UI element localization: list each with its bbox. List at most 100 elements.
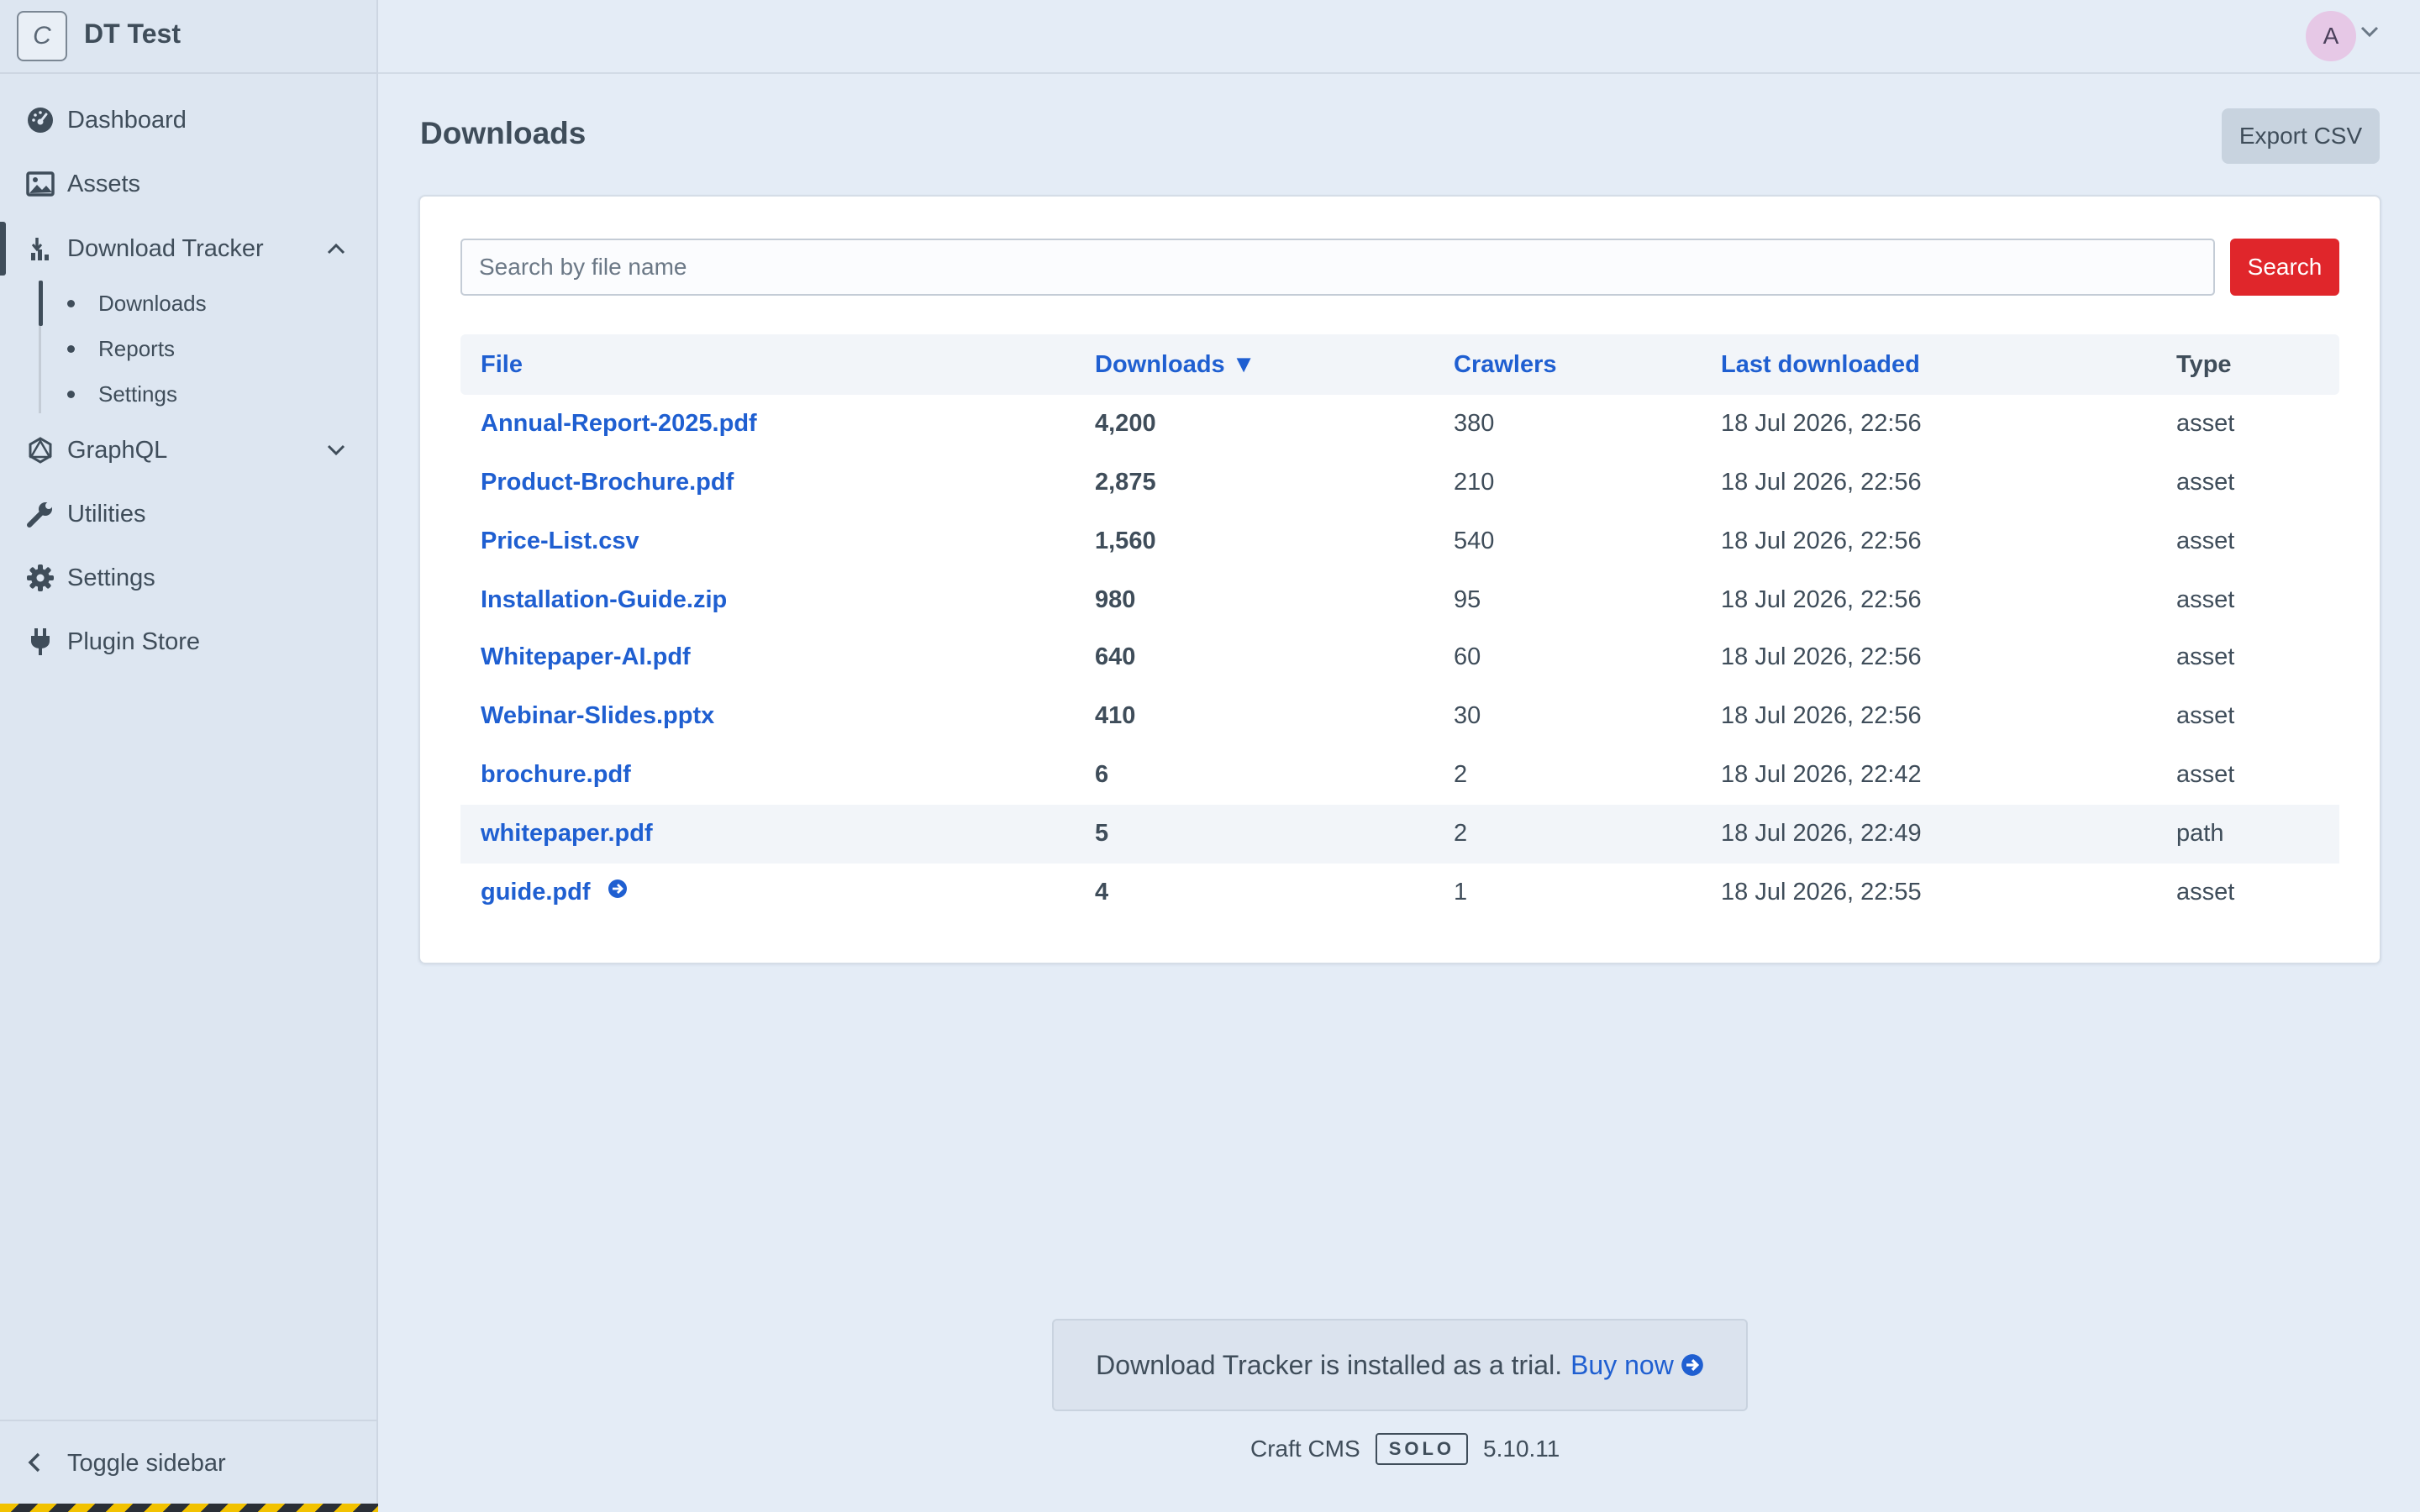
- site-logo[interactable]: C: [17, 11, 67, 61]
- crawlers-count: 1: [1454, 879, 1468, 906]
- file-link[interactable]: Price-List.csv: [481, 528, 639, 555]
- sidebar-item-label: Utilities: [67, 500, 146, 528]
- subnav-item-downloads[interactable]: Downloads: [67, 282, 207, 324]
- toggle-sidebar-label: Toggle sidebar: [67, 1450, 226, 1477]
- last-downloaded: 18 Jul 2026, 22:42: [1721, 761, 1922, 788]
- search-button[interactable]: Search: [2230, 239, 2339, 296]
- sidebar-item-dashboard[interactable]: Dashboard: [0, 95, 376, 145]
- avatar[interactable]: A: [2306, 11, 2356, 61]
- downloads-card: Search File Downloads ▼ Crawlers Last do…: [418, 195, 2381, 964]
- chevron-left-icon: [27, 1452, 42, 1478]
- table-row-highlighted: whitepaper.pdf 5 2 18 Jul 2026, 22:49 pa…: [460, 805, 2339, 864]
- download-tracker-icon: [25, 234, 55, 264]
- downloads-count: 980: [1095, 586, 1136, 613]
- subnav-label: Downloads: [98, 290, 207, 316]
- sidebar-item-download-tracker[interactable]: Download Tracker: [0, 223, 376, 274]
- last-downloaded: 18 Jul 2026, 22:56: [1721, 469, 1922, 496]
- file-link[interactable]: whitepaper.pdf: [481, 820, 653, 848]
- last-downloaded: 18 Jul 2026, 22:56: [1721, 643, 1922, 670]
- page-title: Downloads: [420, 116, 587, 150]
- last-downloaded: 18 Jul 2026, 22:56: [1721, 528, 1922, 554]
- downloads-count: 640: [1095, 643, 1136, 670]
- crawlers-count: 540: [1454, 528, 1495, 554]
- downloads-count: 1,560: [1095, 528, 1156, 554]
- footer: Craft CMS SOLO 5.10.11: [1250, 1433, 1560, 1465]
- crawlers-count: 30: [1454, 702, 1481, 729]
- file-type: asset: [2176, 879, 2235, 906]
- file-link[interactable]: Product-Brochure.pdf: [481, 469, 734, 496]
- gauge-icon: [25, 105, 55, 135]
- chevron-down-icon[interactable]: [323, 437, 350, 464]
- downloads-count: 6: [1095, 761, 1109, 788]
- sidebar-item-settings[interactable]: Settings: [0, 553, 376, 603]
- last-downloaded: 18 Jul 2026, 22:56: [1721, 410, 1922, 437]
- column-header-downloads[interactable]: Downloads ▼: [1095, 351, 1255, 379]
- crawlers-count: 380: [1454, 410, 1495, 437]
- toggle-sidebar-button[interactable]: Toggle sidebar: [0, 1420, 376, 1510]
- plug-icon: [25, 627, 55, 657]
- export-csv-button[interactable]: Export CSV: [2222, 108, 2380, 164]
- table-row: Price-List.csv 1,560 540 18 Jul 2026, 22…: [460, 512, 2339, 571]
- file-link[interactable]: guide.pdf: [481, 879, 590, 906]
- sidebar-item-label: Settings: [67, 564, 155, 591]
- top-bar: [378, 0, 2420, 74]
- subnav-label: Settings: [98, 381, 177, 407]
- edition-badge[interactable]: SOLO: [1375, 1433, 1469, 1465]
- table-row: Webinar-Slides.pptx 410 30 18 Jul 2026, …: [460, 687, 2339, 746]
- trial-notice: Download Tracker is installed as a trial…: [1052, 1319, 1748, 1411]
- subnav-label: Reports: [98, 335, 176, 361]
- file-link[interactable]: brochure.pdf: [481, 761, 631, 789]
- table-row: Annual-Report-2025.pdf 4,200 380 18 Jul …: [460, 395, 2339, 454]
- column-header-last-downloaded[interactable]: Last downloaded: [1721, 351, 1920, 379]
- search-input[interactable]: [460, 239, 2215, 296]
- last-downloaded: 18 Jul 2026, 22:56: [1721, 586, 1922, 613]
- last-downloaded: 18 Jul 2026, 22:49: [1721, 820, 1922, 847]
- sidebar-item-label: Dashboard: [67, 106, 187, 134]
- sidebar-item-label: Assets: [67, 170, 141, 197]
- file-type: asset: [2176, 528, 2235, 554]
- subnav-item-settings[interactable]: Settings: [67, 373, 177, 415]
- file-type: asset: [2176, 702, 2235, 729]
- crawlers-count: 2: [1454, 761, 1468, 788]
- crawlers-count: 2: [1454, 820, 1468, 847]
- subnav-item-reports[interactable]: Reports: [67, 328, 175, 370]
- sidebar-item-utilities[interactable]: Utilities: [0, 489, 376, 539]
- buy-now-link[interactable]: Buy now: [1570, 1350, 1704, 1381]
- last-downloaded: 18 Jul 2026, 22:55: [1721, 879, 1922, 906]
- site-name[interactable]: DT Test: [84, 18, 181, 50]
- file-type: asset: [2176, 469, 2235, 496]
- file-type: asset: [2176, 643, 2235, 670]
- chevron-up-icon[interactable]: [323, 235, 350, 262]
- downloads-count: 5: [1095, 820, 1109, 847]
- column-header-type: Type: [2176, 351, 2232, 378]
- chevron-down-icon[interactable]: [2360, 25, 2380, 43]
- downloads-count: 2,875: [1095, 469, 1156, 496]
- file-link-wrapper[interactable]: guide.pdf: [481, 879, 628, 906]
- downloads-count: 4: [1095, 879, 1109, 906]
- downloads-count: 410: [1095, 702, 1136, 729]
- file-link[interactable]: Annual-Report-2025.pdf: [481, 410, 757, 438]
- table-row: Whitepaper-AI.pdf 640 60 18 Jul 2026, 22…: [460, 628, 2339, 687]
- sidebar-item-label: GraphQL: [67, 436, 168, 464]
- sidebar-item-graphql[interactable]: GraphQL: [0, 425, 376, 475]
- crawlers-count: 210: [1454, 469, 1495, 496]
- column-header-crawlers[interactable]: Crawlers: [1454, 351, 1557, 379]
- file-link[interactable]: Installation-Guide.zip: [481, 586, 727, 614]
- brand-header: C DT Test: [0, 0, 376, 74]
- sidebar-item-assets[interactable]: Assets: [0, 159, 376, 209]
- sidebar: C DT Test Dashboard Assets Download Trac…: [0, 0, 378, 1512]
- last-downloaded: 18 Jul 2026, 22:56: [1721, 702, 1922, 729]
- file-link[interactable]: Whitepaper-AI.pdf: [481, 643, 691, 671]
- downloads-count: 4,200: [1095, 410, 1156, 437]
- subnav-active-indicator: [39, 281, 43, 326]
- file-link[interactable]: Webinar-Slides.pptx: [481, 702, 714, 730]
- image-icon: [25, 169, 55, 199]
- trial-message: Download Tracker is installed as a trial…: [1096, 1349, 1563, 1380]
- table-row: Product-Brochure.pdf 2,875 210 18 Jul 20…: [460, 454, 2339, 512]
- crawlers-count: 95: [1454, 586, 1481, 613]
- footer-product: Craft CMS: [1250, 1436, 1360, 1462]
- table-row: brochure.pdf 6 2 18 Jul 2026, 22:42 asse…: [460, 746, 2339, 805]
- sidebar-item-plugin-store[interactable]: Plugin Store: [0, 617, 376, 667]
- buy-now-label: Buy now: [1570, 1349, 1674, 1380]
- column-header-file[interactable]: File: [481, 351, 523, 379]
